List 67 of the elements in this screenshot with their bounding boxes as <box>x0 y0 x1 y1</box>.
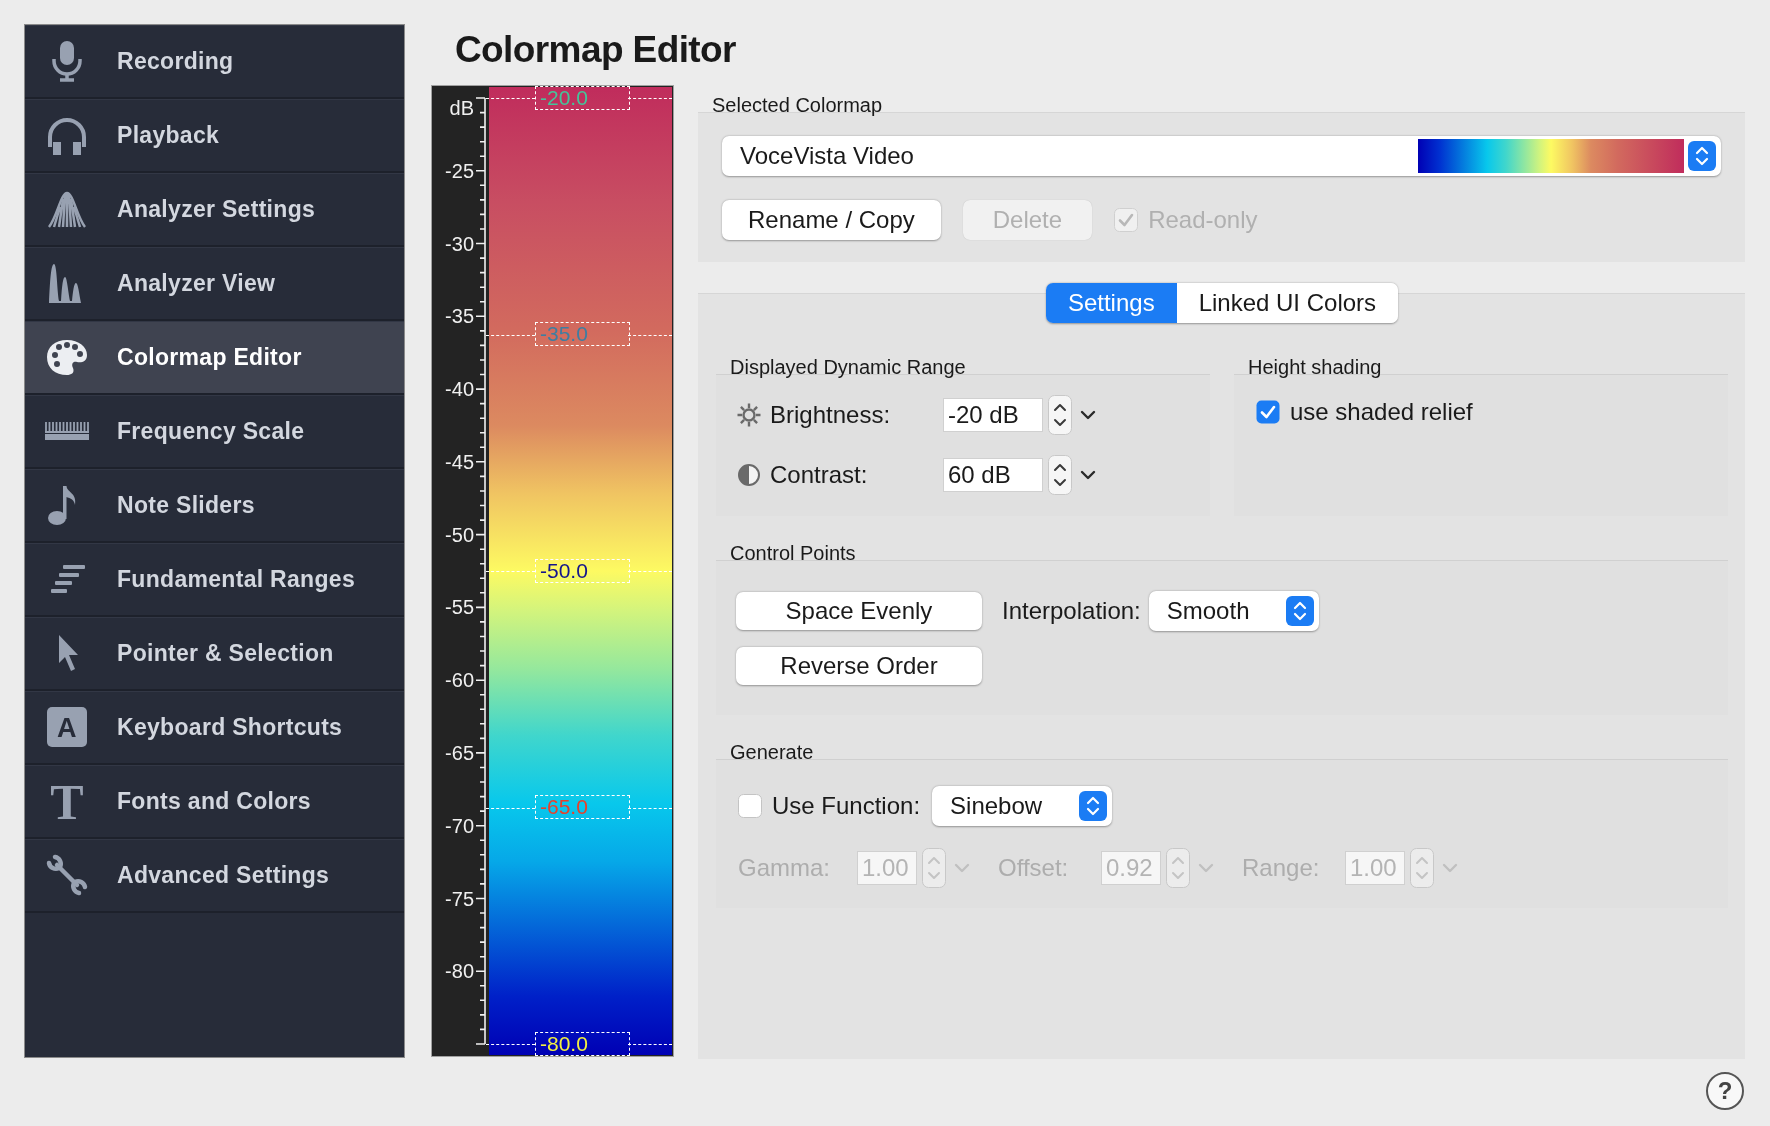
scale-label: -60 <box>445 668 474 693</box>
help-button[interactable]: ? <box>1706 1072 1744 1110</box>
button[interactable]: Space Evenly <box>736 592 982 630</box>
control-point-label[interactable]: -50.0 <box>535 558 630 583</box>
sidebar-item[interactable]: A Keyboard Shortcuts <box>25 691 404 765</box>
button[interactable]: Rename / Copy <box>722 200 941 240</box>
input-field: 1.00 <box>858 852 916 884</box>
scale-label: -35 <box>445 304 474 329</box>
group-heading: Control Points <box>730 542 856 564</box>
wrench-icon <box>45 853 89 897</box>
scale-label: -75 <box>445 886 474 911</box>
control-point-label[interactable]: -80.0 <box>535 1031 630 1056</box>
input-field[interactable]: 60 dB <box>944 459 1042 491</box>
key-icon: A <box>45 705 89 749</box>
input-field: 0.92 <box>1102 852 1160 884</box>
scale-label: -80 <box>445 959 474 984</box>
chevron-down-icon[interactable] <box>1080 470 1096 480</box>
chevron-down-icon[interactable] <box>1080 410 1096 420</box>
sidebar-item[interactable]: Advanced Settings <box>25 839 404 913</box>
scale-label: -40 <box>445 377 474 402</box>
checkbox[interactable] <box>1256 400 1280 424</box>
ruler-icon <box>45 422 89 440</box>
sun-icon <box>736 402 762 428</box>
scale-label: -65 <box>445 740 474 765</box>
tab[interactable]: Linked UI Colors <box>1176 283 1399 323</box>
sidebar-item[interactable]: Frequency Scale <box>25 395 404 469</box>
stepper[interactable] <box>1048 455 1072 495</box>
interpolation-dropdown[interactable]: Smooth <box>1148 591 1319 631</box>
group-heading: Generate <box>730 741 814 763</box>
sidebar-item[interactable]: T Fonts and Colors <box>25 765 404 839</box>
group-heading: Selected Colormap <box>712 94 883 116</box>
sidebar-item[interactable]: Analyzer Settings <box>25 173 404 247</box>
scale-label: -70 <box>445 813 474 838</box>
scale-label: -25 <box>445 158 474 183</box>
group-heading: Height shading <box>1248 356 1382 378</box>
sidebar-item[interactable]: Note Sliders <box>25 469 404 543</box>
field-label: Contrast: <box>770 461 869 489</box>
sidebar-item[interactable]: Fundamental Ranges <box>25 543 404 617</box>
button[interactable]: Reverse Order <box>736 647 982 685</box>
field-label: Interpolation: <box>1002 597 1141 625</box>
field-label: Brightness: <box>770 401 892 429</box>
group-heading: Displayed Dynamic Range <box>730 356 966 378</box>
stepper[interactable] <box>1048 395 1072 435</box>
letter-icon: T <box>45 779 89 823</box>
function-dropdown[interactable]: Sinebow <box>932 786 1113 826</box>
tab[interactable]: Settings <box>1045 283 1177 323</box>
scale-label: -55 <box>445 595 474 620</box>
unit-label: dB <box>449 96 474 120</box>
colormap-dropdown[interactable]: VoceVista Video <box>722 136 1721 176</box>
scale-label: -45 <box>445 449 474 474</box>
sidebar-item[interactable]: Playback <box>25 99 404 173</box>
popup-arrows-icon <box>1079 791 1108 821</box>
button: Delete <box>962 200 1093 240</box>
sidebar-item[interactable]: Pointer & Selection <box>25 617 404 691</box>
scale-label: -30 <box>445 231 474 256</box>
contrast-icon <box>736 462 762 488</box>
page-title: Colormap Editor <box>455 28 736 72</box>
input-field[interactable]: -20 dB <box>944 399 1042 431</box>
checkbox[interactable] <box>738 794 762 818</box>
sidebar-item[interactable]: Recording <box>25 25 404 99</box>
scale-label: -50 <box>445 522 474 547</box>
popup-arrows-icon <box>1285 596 1314 626</box>
popup-arrows-icon <box>1688 141 1716 171</box>
sidebar-item[interactable]: Colormap Editor <box>25 321 404 395</box>
input-field: 1.00 <box>1346 852 1404 884</box>
checkbox-label: Use Function: <box>772 792 921 820</box>
checkbox-label: use shaded relief <box>1290 398 1473 426</box>
